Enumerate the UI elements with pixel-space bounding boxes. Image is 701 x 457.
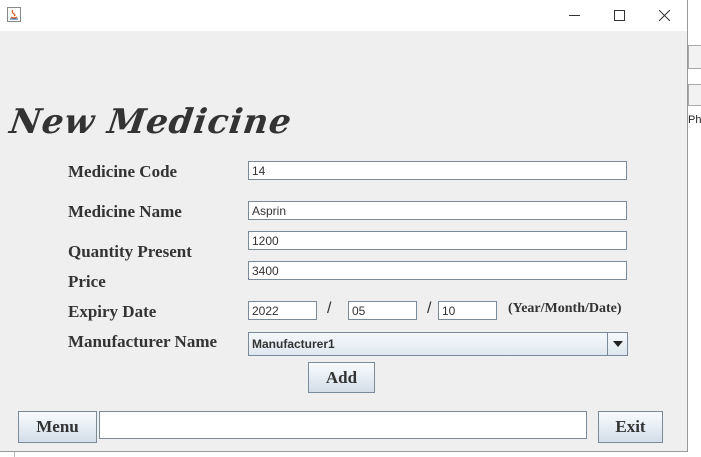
menu-button[interactable]: Menu: [18, 411, 97, 443]
medicine-code-label: Medicine Code: [68, 162, 178, 181]
medicine-name-input[interactable]: [248, 201, 627, 220]
background-window-text: Pha: [688, 114, 701, 126]
expiry-month-input[interactable]: [348, 301, 417, 320]
manufacturer-selected-value: Manufacturer1: [252, 337, 335, 351]
status-field[interactable]: [99, 411, 587, 439]
maximize-icon: [613, 10, 625, 21]
expiry-year-input[interactable]: [248, 301, 317, 320]
java-app-icon: [7, 7, 21, 22]
price-input[interactable]: [248, 261, 627, 280]
quantity-label: Quantity Present: [68, 242, 192, 261]
minimize-button[interactable]: [551, 0, 597, 31]
expiry-day-input[interactable]: [438, 301, 497, 320]
medicine-name-label: Medicine Name: [68, 202, 182, 221]
background-taskbar: [0, 452, 701, 457]
background-window-field: [688, 45, 701, 69]
background-window-field: [688, 84, 701, 106]
background-window: Pha: [688, 0, 701, 457]
expiry-date-label: Expiry Date: [68, 302, 157, 321]
dropdown-arrow-button[interactable]: [607, 333, 627, 355]
date-separator: /: [327, 300, 332, 317]
chevron-down-icon: [612, 341, 623, 347]
new-medicine-window: New Medicine Medicine Code Medicine Name…: [0, 0, 688, 452]
quantity-input[interactable]: [248, 231, 627, 250]
maximize-button[interactable]: [596, 0, 642, 31]
price-label: Price: [68, 272, 106, 291]
manufacturer-label: Manufacturer Name: [68, 332, 218, 351]
exit-button[interactable]: Exit: [598, 411, 663, 443]
close-button[interactable]: [641, 0, 687, 31]
medicine-code-input[interactable]: [248, 161, 627, 180]
title-bar: [0, 0, 687, 31]
add-button[interactable]: Add: [308, 362, 375, 393]
date-format-hint: (Year/Month/Date): [508, 301, 622, 316]
minimize-icon: [568, 15, 580, 16]
date-separator: /: [427, 300, 432, 317]
close-icon: [658, 10, 670, 21]
manufacturer-select[interactable]: Manufacturer1: [248, 332, 628, 356]
page-title: New Medicine: [7, 102, 295, 142]
